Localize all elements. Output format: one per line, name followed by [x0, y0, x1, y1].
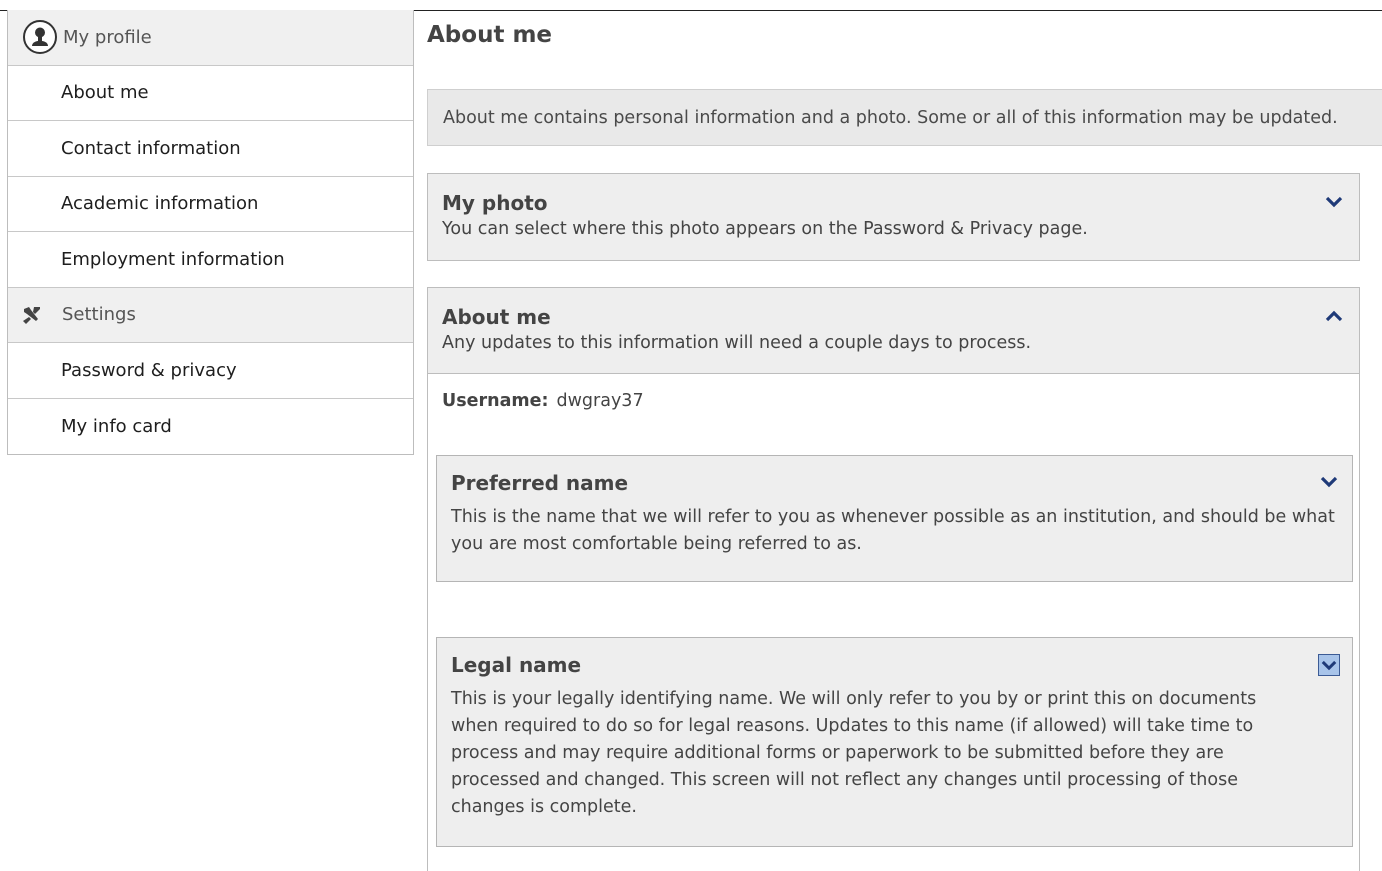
preferred-name-panel[interactable]: Preferred name This is the name that we …	[436, 455, 1353, 582]
sidebar-item-label: Employment information	[61, 248, 285, 270]
sidebar-item-password-privacy[interactable]: Password & privacy	[8, 343, 413, 399]
page-title: About me	[427, 22, 553, 48]
sidebar-item-about-me[interactable]: About me	[8, 66, 413, 121]
preferred-name-description: This is the name that we will refer to y…	[451, 507, 1335, 554]
sidebar-item-label: My info card	[61, 415, 172, 437]
sidebar: My profile About me Contact information …	[7, 10, 414, 455]
chevron-down-icon[interactable]	[1318, 654, 1340, 676]
username-row: Username: dwgray37	[442, 391, 644, 411]
info-banner: About me contains personal information a…	[427, 89, 1382, 146]
about-me-panel-description: Any updates to this information will nee…	[442, 333, 1032, 353]
preferred-name-title: Preferred name	[451, 471, 629, 495]
tools-icon	[21, 304, 43, 326]
legal-name-description: This is your legally identifying name. W…	[451, 689, 1257, 817]
sidebar-header-label: Settings	[62, 304, 136, 326]
username-value: dwgray37	[556, 391, 644, 411]
chevron-down-icon[interactable]	[1318, 471, 1340, 493]
sidebar-item-label: About me	[61, 82, 149, 104]
sidebar-item-label: Contact information	[61, 137, 241, 159]
my-photo-title: My photo	[442, 191, 548, 215]
sidebar-item-employment-information[interactable]: Employment information	[8, 232, 413, 288]
sidebar-header-settings[interactable]: Settings	[8, 287, 413, 343]
sidebar-item-label: Academic information	[61, 193, 259, 215]
sidebar-header-my-profile[interactable]: My profile	[8, 10, 413, 66]
sidebar-item-contact-information[interactable]: Contact information	[8, 121, 413, 177]
username-label: Username:	[442, 391, 549, 411]
sidebar-item-academic-information[interactable]: Academic information	[8, 177, 413, 232]
about-me-panel-title: About me	[442, 305, 551, 329]
chevron-down-icon[interactable]	[1323, 191, 1345, 213]
legal-name-panel[interactable]: Legal name This is your legally identify…	[436, 637, 1353, 847]
legal-name-title: Legal name	[451, 653, 582, 677]
about-me-panel-header[interactable]: About me Any updates to this information…	[427, 287, 1360, 374]
sidebar-header-label: My profile	[63, 26, 152, 48]
main-content: About me About me contains personal info…	[427, 10, 1382, 871]
sidebar-item-label: Password & privacy	[61, 359, 237, 381]
about-me-panel-body: Username: dwgray37 Preferred name This is…	[427, 374, 1360, 871]
sidebar-item-my-info-card[interactable]: My info card	[8, 399, 413, 455]
user-circle-icon	[23, 20, 57, 55]
chevron-up-icon[interactable]	[1323, 305, 1345, 327]
my-photo-description: You can select where this photo appears …	[442, 219, 1088, 239]
my-photo-panel[interactable]: My photo You can select where this photo…	[427, 173, 1360, 261]
